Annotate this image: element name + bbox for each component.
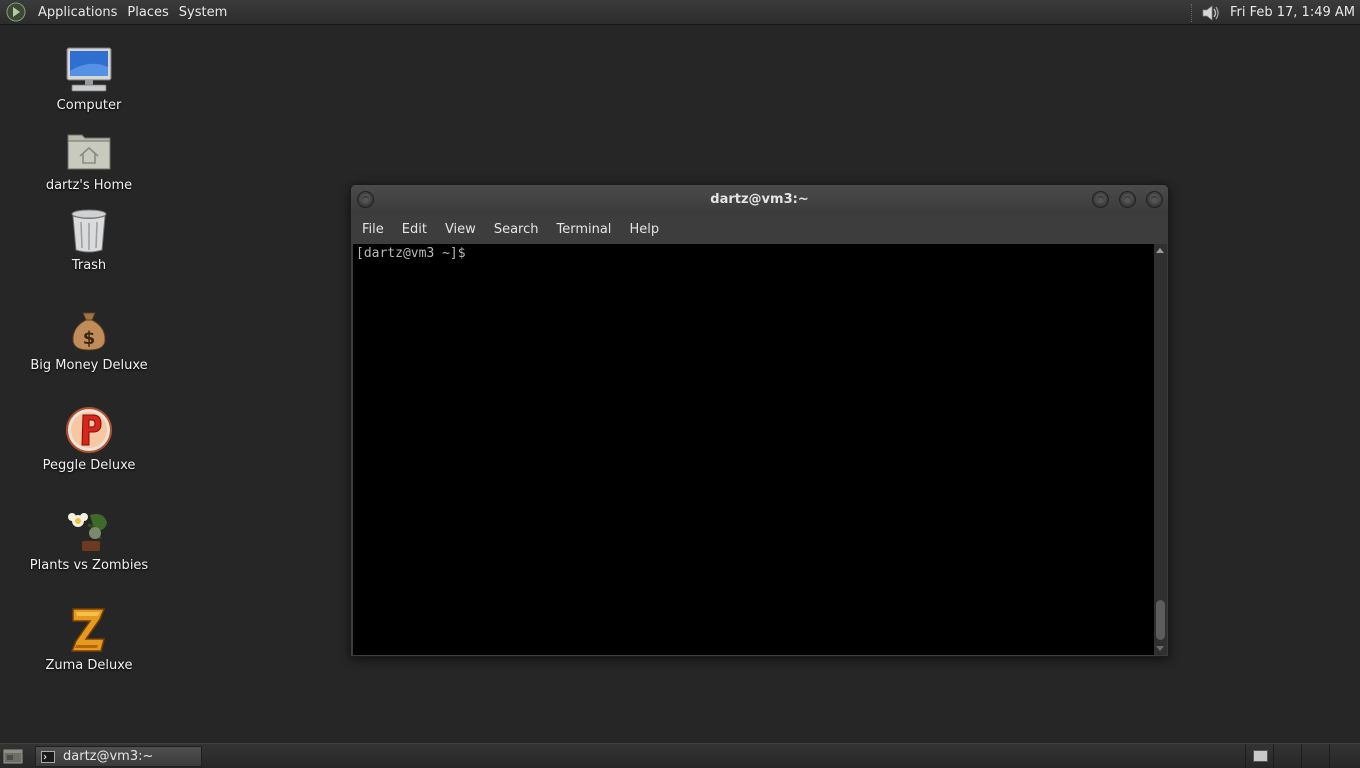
menu-file[interactable]: File [353,215,393,244]
menu-help[interactable]: Help [620,215,668,244]
scroll-up-arrow-icon[interactable] [1156,248,1164,253]
clock[interactable]: Fri Feb 17, 1:49 AM [1230,5,1360,20]
window-title: dartz@vm3:~ [710,192,809,207]
minimize-button[interactable] [1092,191,1109,208]
desktop-icon-trash[interactable]: Trash [24,205,154,273]
home-folder-icon [67,134,111,170]
panel-tray: Fri Feb 17, 1:49 AM [1190,0,1360,25]
gnome-foot-logo-icon[interactable] [5,1,27,23]
menu-terminal[interactable]: Terminal [547,215,620,244]
close-button[interactable] [1146,191,1163,208]
shell-prompt: [dartz@vm3 ~]$ [356,246,474,261]
desktop-icon-label: Big Money Deluxe [30,358,148,373]
workspace-3[interactable] [1301,744,1329,768]
scroll-down-arrow-icon[interactable] [1156,646,1164,651]
menu-edit[interactable]: Edit [393,215,436,244]
menu-view[interactable]: View [436,215,485,244]
desktop-icon-home[interactable]: dartz's Home [24,125,154,193]
peggle-icon [66,407,112,453]
desktop-icon-big-money[interactable]: $ Big Money Deluxe [24,305,154,373]
system-menu[interactable]: System [174,0,232,25]
taskbar-terminal-button[interactable]: dartz@vm3:~ [35,746,202,767]
desktop-icon-computer[interactable]: Computer [24,45,154,113]
desktop-icon-label: Plants vs Zombies [29,558,149,573]
terminal-menubar: File Edit View Search Terminal Help [351,215,1168,244]
tray-separator [1190,3,1194,22]
workspace-switcher [1245,744,1357,768]
plants-vs-zombies-icon [68,513,107,551]
places-menu[interactable]: Places [122,0,173,25]
workspace-4[interactable] [1329,744,1357,768]
scrollbar-thumb[interactable] [1156,600,1165,640]
trash-icon [71,209,107,253]
show-desktop-icon[interactable] [3,747,23,765]
menu-search[interactable]: Search [485,215,548,244]
terminal-icon [41,750,55,763]
desktop-icon-label: Zuma Deluxe [45,658,133,673]
desktop-icon-label: Computer [56,98,122,113]
top-panel: Applications Places System Fri Feb 17, 1… [0,0,1360,25]
desktop-icon-label: dartz's Home [45,178,133,193]
maximize-button[interactable] [1119,191,1136,208]
desktop-icon-peggle[interactable]: Peggle Deluxe [24,405,154,473]
applications-menu[interactable]: Applications [33,0,122,25]
desktop-icon-label: Peggle Deluxe [42,458,136,473]
taskbar-label: dartz@vm3:~ [63,749,154,764]
workspace-1[interactable] [1245,744,1273,768]
titlebar[interactable]: dartz@vm3:~ [351,185,1168,215]
desktop-icon-label: Trash [71,258,107,273]
terminal-scrollbar[interactable] [1154,244,1167,655]
computer-icon [66,47,112,92]
volume-icon[interactable] [1200,2,1222,24]
bottom-panel: dartz@vm3:~ [0,743,1360,768]
terminal-window[interactable]: dartz@vm3:~ File Edit View Search Termin… [350,184,1169,657]
zuma-icon [70,608,106,652]
svg-text:$: $ [83,328,96,349]
desktop-icon-zuma[interactable]: Zuma Deluxe [24,605,154,673]
desktop-icon-plants-vs-zombies[interactable]: Plants vs Zombies [24,505,154,573]
terminal-output[interactable]: [dartz@vm3 ~]$ [353,244,1154,655]
workspace-2[interactable] [1273,744,1301,768]
money-bag-icon: $ [72,312,106,351]
